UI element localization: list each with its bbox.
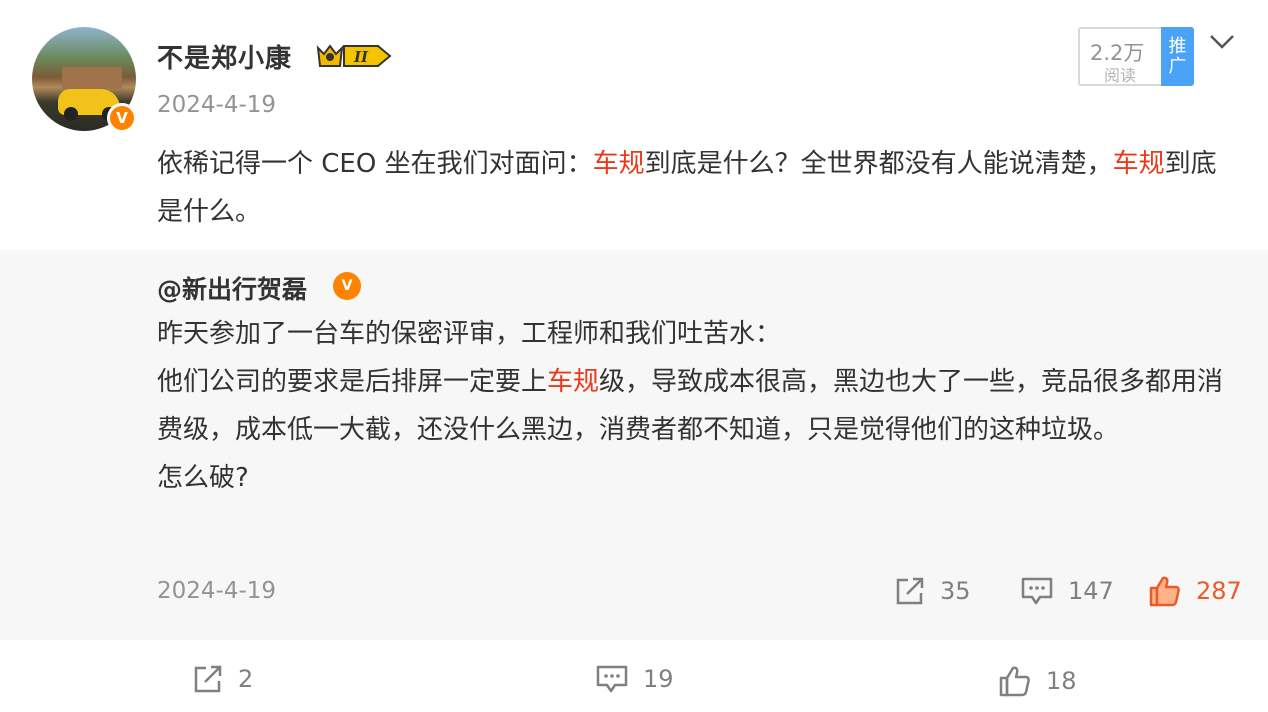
avatar-building: [62, 67, 122, 89]
like-count: 18: [1046, 667, 1077, 695]
topic-link[interactable]: 车规: [547, 367, 599, 397]
share-icon: [896, 577, 924, 605]
topic-link[interactable]: 车规: [1113, 149, 1165, 179]
repost-date[interactable]: 2024-4-19: [157, 578, 276, 604]
comment-icon: [596, 665, 628, 693]
topic-link[interactable]: 车规: [593, 149, 645, 179]
share-button[interactable]: 2: [192, 664, 253, 694]
repost-text-segment: 他们公司的要求是后排屏一定要上: [157, 367, 548, 397]
repost-like-button[interactable]: 287: [1148, 574, 1242, 608]
post-text: 依稀记得一个 CEO 坐在我们对面问：车规到底是什么？全世界都没有人能说清楚，车…: [157, 140, 1217, 236]
crown-level-icon[interactable]: II: [314, 40, 392, 72]
repost-username[interactable]: @新出行贺磊: [157, 270, 307, 306]
repost-comment-button[interactable]: 147: [1020, 576, 1114, 606]
reads-box[interactable]: 2.2万 阅读 推 广: [1078, 27, 1194, 86]
repost-line: 昨天参加了一台车的保密评审，工程师和我们吐苦水：: [157, 319, 782, 349]
like-count: 287: [1196, 577, 1242, 605]
repost-text: 昨天参加了一台车的保密评审，工程师和我们吐苦水： 他们公司的要求是后排屏一定要上…: [157, 310, 1237, 502]
repost-share-button[interactable]: 35: [894, 576, 971, 606]
comment-count: 147: [1068, 577, 1114, 605]
username[interactable]: 不是郑小康: [157, 38, 292, 75]
verified-icon: V: [107, 103, 137, 133]
share-count: 2: [238, 665, 254, 693]
repost-line: 他们公司的要求是后排屏一定要上车规级，导致成本很高，黑边也大了一些，竞品很多都用…: [157, 358, 1237, 454]
comment-icon: [1021, 577, 1053, 605]
like-button[interactable]: 18: [998, 664, 1077, 698]
promo-label: 广: [1168, 55, 1187, 77]
thumbs-up-icon: [999, 666, 1030, 697]
share-icon: [194, 665, 222, 693]
promote-button[interactable]: 推 广: [1161, 27, 1194, 86]
share-count: 35: [940, 577, 971, 605]
post-date[interactable]: 2024-4-19: [157, 92, 276, 118]
verified-icon: V: [333, 272, 361, 300]
comment-button[interactable]: 19: [595, 664, 674, 694]
comment-count: 19: [643, 665, 674, 693]
post-text-segment: 依稀记得一个 CEO 坐在我们对面问：: [157, 149, 593, 179]
thumbs-up-icon: [1149, 576, 1180, 607]
repost-line: 怎么破?: [157, 463, 249, 493]
post-text-segment: 到底是什么？全世界都没有人能说清楚，: [644, 149, 1113, 179]
reads-label: 阅读: [1104, 66, 1137, 85]
chevron-down-icon[interactable]: [1207, 30, 1237, 54]
avatar-wheel: [64, 107, 78, 121]
level-text: II: [353, 48, 369, 66]
promo-label: 推: [1168, 35, 1187, 57]
